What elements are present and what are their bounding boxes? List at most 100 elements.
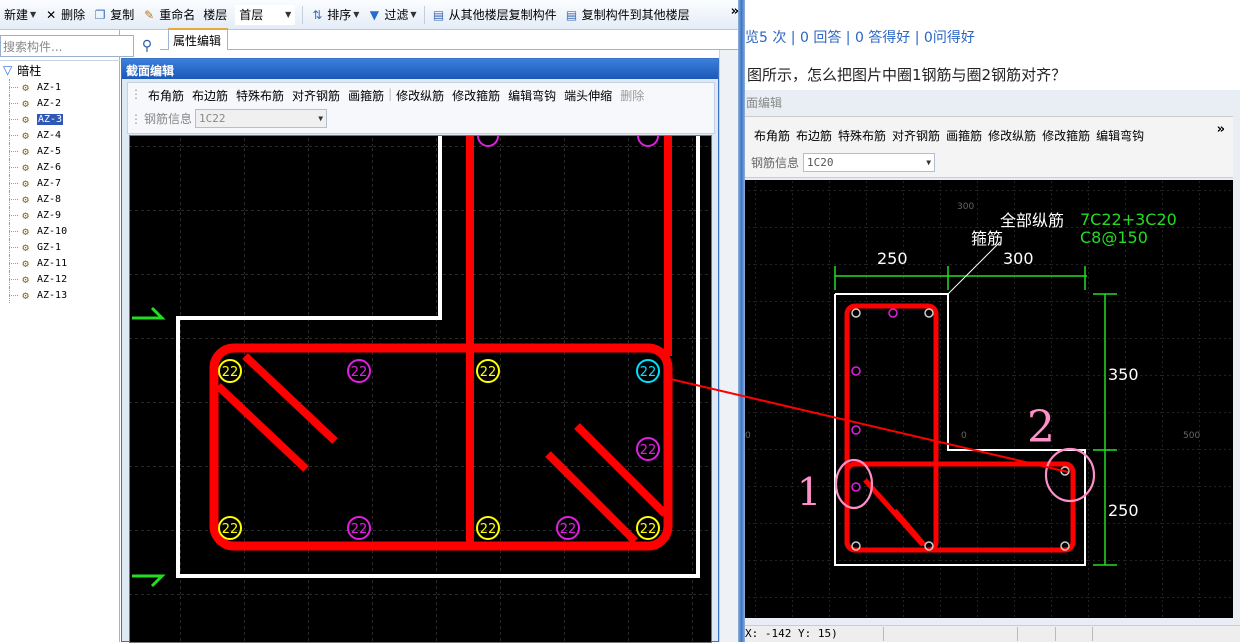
property-tab-bar: 属性编辑 (160, 28, 745, 50)
window-splitter[interactable] (738, 0, 745, 642)
floor-select[interactable]: 首层 ▼ (235, 4, 296, 25)
section-edit-window: 截面编辑 ⋮ 布角筋 布边筋 特殊布筋 对齐钢筋 画箍筋 | 修改纵筋 修改箍筋 编辑弯钩 端头伸… (121, 58, 719, 643)
stirrup-value: C8@150 (1080, 228, 1148, 247)
toolbar-grip-icon: ⋮ (130, 111, 142, 126)
section-tool-button[interactable]: 特殊布筋 (232, 87, 288, 104)
status-divider (1055, 627, 1056, 641)
section-tool-button[interactable]: 画箍筋 (344, 87, 388, 104)
section-tool-button[interactable]: 编辑弯钩 (504, 87, 560, 104)
status-divider (1017, 627, 1018, 641)
stirrup-label: 箍筋 (971, 229, 1003, 248)
dimension-text: 250 (1108, 501, 1139, 520)
gear-icon: ⚙ (22, 96, 29, 110)
tab-property-edit[interactable]: 属性编辑 (168, 28, 228, 50)
copy-to-floor-label: 复制构件到其他楼层 (581, 8, 690, 22)
tree-item-az-1[interactable]: ⚙ AZ-1 (0, 79, 120, 95)
section-tool-button[interactable]: 修改箍筋 (448, 87, 504, 104)
handwritten-number-1: 1 (797, 470, 821, 514)
rebar-diameter-label: 22 (351, 365, 368, 380)
copy-from-floor-label: 从其他楼层复制构件 (448, 8, 557, 22)
tree-root[interactable]: ▽ 暗柱 (0, 61, 120, 79)
gear-icon: ⚙ (22, 272, 29, 286)
gear-icon: ⚙ (22, 256, 29, 270)
sort-label: 排序 (327, 8, 352, 22)
embedded-rebar-info-label: 钢筋信息 (751, 156, 800, 170)
tree-item-az-6[interactable]: ⚙ AZ-6 (0, 159, 120, 175)
section-tool-button[interactable]: 对齐钢筋 (288, 87, 344, 104)
status-divider (1092, 627, 1093, 641)
delete-tool-button[interactable]: 删除 (616, 87, 648, 104)
embedded-window-title: 面编辑 (746, 96, 783, 110)
chevron-down-icon: ▼ (926, 158, 932, 167)
tree-item-az-9[interactable]: ⚙ AZ-9 (0, 207, 120, 223)
gear-icon: ⚙ (22, 160, 29, 174)
tree-item-label: AZ-8 (37, 193, 62, 205)
sort-icon: ⇅ (312, 7, 323, 22)
section-edit-title: 截面编辑 (122, 59, 718, 79)
copy-from-floor-button[interactable]: ▤ 从其他楼层复制构件 (428, 4, 561, 26)
rename-button[interactable]: ✎ 重命名 (138, 4, 199, 26)
tree-item-label: AZ-5 (37, 145, 62, 157)
gear-icon: ⚙ (22, 224, 29, 238)
floor-label-text: 楼层 (203, 8, 228, 22)
embedded-tool-button: 布角筋 (754, 129, 791, 143)
component-tree: ▽ 暗柱 ⚙ AZ-1 ⚙ AZ-2 ⚙ AZ-3 ⚙ AZ-4 ⚙ AZ-5 ⚙ AZ-6 ⚙ AZ-7… (0, 60, 120, 303)
tree-item-az-5[interactable]: ⚙ AZ-5 (0, 143, 120, 159)
floor-label: 楼层 (199, 4, 231, 26)
tree-root-label: 暗柱 (17, 63, 42, 78)
rebar-info-select[interactable]: 1C22 ▼ (195, 109, 328, 128)
axis-label: 0 (745, 431, 751, 441)
gear-icon: ⚙ (22, 176, 29, 190)
tree-item-az-2[interactable]: ⚙ AZ-2 (0, 95, 120, 111)
embedded-rebar-info-select[interactable]: 1C20 ▼ (803, 153, 936, 172)
tree-item-az-7[interactable]: ⚙ AZ-7 (0, 175, 120, 191)
section-drawing: 22 22 22 22 22 22 22 22 22 22 (130, 136, 711, 642)
section-tool-button[interactable]: 布边筋 (188, 87, 232, 104)
embedded-overflow-button[interactable]: » (1217, 122, 1225, 137)
section-canvas[interactable]: 22 22 22 22 22 22 22 22 22 22 (129, 135, 712, 643)
gear-icon: ⚙ (22, 128, 29, 142)
tree-item-label: AZ-9 (37, 209, 62, 221)
tree-item-az-4[interactable]: ⚙ AZ-4 (0, 127, 120, 143)
rebar-diameter-label: 22 (640, 443, 657, 458)
delete-button[interactable]: ✕ 删除 (40, 4, 89, 26)
embedded-tool-button: 画箍筋 (946, 129, 983, 143)
search-input[interactable]: 搜索构件... (0, 35, 134, 57)
section-tool-button[interactable]: 端头伸缩 (560, 87, 616, 104)
question-text: 图所示，怎么把图片中圈1钢筋与圈2钢筋对齐？ (747, 66, 1067, 84)
section-tool-button[interactable]: 修改纵筋 (392, 87, 448, 104)
section-tool-button[interactable]: 布角筋 (144, 87, 188, 104)
new-button[interactable]: 新建 ▼ (0, 4, 40, 26)
rebar-diameter-label: 22 (222, 522, 239, 537)
copy-button[interactable]: ❐ 复制 (89, 4, 138, 26)
gear-icon: ⚙ (22, 240, 29, 254)
tree-item-az-11[interactable]: ⚙ AZ-11 (0, 255, 120, 271)
embedded-toolbar: 布角筋 布边筋 特殊布筋 对齐钢筋 画箍筋 修改纵筋 修改箍筋 编辑弯钩 » 钢筋信息 1C2… (745, 116, 1233, 178)
all-long-bars-value: 7C22+3C20 (1080, 210, 1177, 229)
filter-label: 过滤 (384, 8, 409, 22)
delete-label: 删除 (61, 8, 86, 22)
tree-item-label: AZ-10 (37, 225, 68, 237)
copy-to-floor-button[interactable]: ▤ 复制构件到其他楼层 (561, 4, 694, 26)
embedded-section-canvas: 300 0 0 500 250 300 350 250 全部纵筋 箍筋 7C22… (745, 180, 1233, 618)
copy-label: 复制 (110, 8, 135, 22)
tree-item-az-12[interactable]: ⚙ AZ-12 (0, 271, 120, 287)
sort-button[interactable]: ⇅ 排序 ▼ (306, 4, 363, 26)
rebar-info-value: 1C22 (199, 112, 226, 125)
tree-item-az-10[interactable]: ⚙ AZ-10 (0, 223, 120, 239)
tree-item-label: AZ-3 (37, 113, 64, 125)
embedded-section-drawing: 300 0 0 500 250 300 350 250 全部纵筋 箍筋 7C22… (745, 180, 1233, 618)
tree-item-az-13[interactable]: ⚙ AZ-13 (0, 287, 120, 303)
filter-button[interactable]: ▼ 过滤 ▼ (363, 4, 420, 26)
rebar-diameter-label: 22 (480, 365, 497, 380)
tree-item-az-8[interactable]: ⚙ AZ-8 (0, 191, 120, 207)
toolbar-separator (302, 5, 304, 24)
new-label: 新建 (4, 8, 29, 22)
tree-items: ⚙ AZ-1 ⚙ AZ-2 ⚙ AZ-3 ⚙ AZ-4 ⚙ AZ-5 ⚙ AZ-6 ⚙ AZ-7 ⚙ AZ-8… (0, 79, 120, 303)
embedded-tool-button: 修改箍筋 (1042, 129, 1091, 143)
gear-icon: ⚙ (22, 144, 29, 158)
search-magnifier-icon[interactable]: ⚲ (136, 35, 158, 57)
tree-item-gz-1[interactable]: ⚙ GZ-1 (0, 239, 120, 255)
copy-icon: ❐ (94, 7, 106, 22)
tree-item-az-3[interactable]: ⚙ AZ-3 (0, 111, 120, 127)
